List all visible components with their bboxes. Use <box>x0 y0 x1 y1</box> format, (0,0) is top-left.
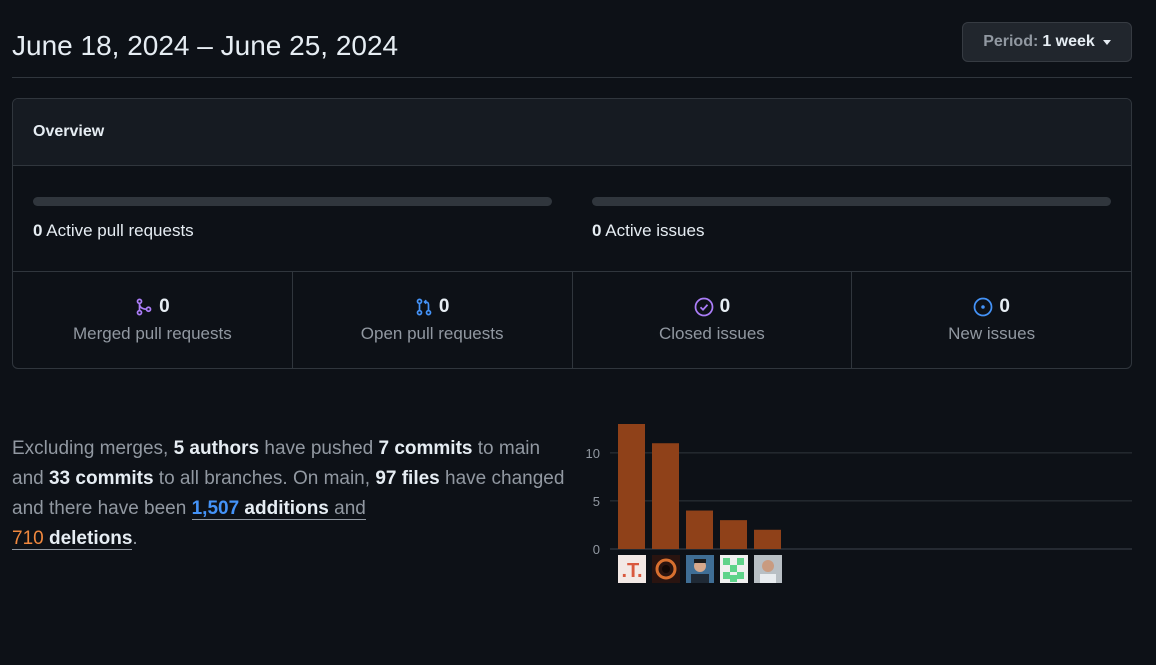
period-value: 1 week <box>1042 33 1095 50</box>
y-tick-label: 5 <box>593 494 600 509</box>
additions-link[interactable]: 1,507 additions and <box>191 498 366 520</box>
bar[interactable] <box>720 520 747 549</box>
deletions-link[interactable]: 710 deletions <box>12 528 133 550</box>
active-issues-label: Active issues <box>605 221 705 240</box>
bar[interactable] <box>618 424 645 549</box>
overview-panel: Overview 0 Active pull requests 0 Active… <box>12 98 1132 369</box>
overview-stats: 0 Merged pull requests 0 Open pull reque… <box>13 272 1131 368</box>
author-avatar[interactable] <box>686 555 714 583</box>
active-prs-meter <box>33 197 552 206</box>
closed-issues-count: 0 <box>719 296 731 317</box>
author-avatar[interactable]: .T. <box>618 555 646 583</box>
merged-prs-label: Merged pull requests <box>72 324 232 343</box>
active-issues-count: 0 <box>592 221 602 240</box>
active-prs-link[interactable]: 0 Active pull requests <box>33 221 194 241</box>
new-issues-count: 0 <box>999 296 1010 317</box>
active-issues-link[interactable]: 0 Active issues <box>592 221 704 241</box>
open-prs-stat[interactable]: 0 Open pull requests <box>293 272 573 368</box>
commits-all-count: 33 commits <box>48 468 154 489</box>
overview-meters: 0 Active pull requests 0 Active issues <box>13 166 1131 272</box>
closed-issues-stat[interactable]: 0 Closed issues <box>573 272 853 368</box>
y-tick-label: 0 <box>593 542 600 557</box>
additions-label: additions <box>244 498 329 519</box>
bar[interactable] <box>652 443 679 549</box>
summary-text: have pushed <box>259 438 379 459</box>
new-issues-label: New issues <box>948 324 1036 343</box>
commit-summary: Excluding merges, 5 authors have pushed … <box>12 434 572 554</box>
y-tick-label: 10 <box>586 446 600 461</box>
closed-issues-label: Closed issues <box>658 324 765 343</box>
bar[interactable] <box>754 529 781 549</box>
header: June 18, 2024 – June 25, 2024 Period: 1 … <box>12 22 1132 78</box>
date-range-title: June 18, 2024 – June 25, 2024 <box>12 30 399 61</box>
additions-count: 1,507 <box>191 498 240 519</box>
commits-by-author-chart: 0 5 10 .T. <box>586 424 1132 583</box>
open-prs-count: 0 <box>438 296 450 317</box>
author-avatar[interactable] <box>754 555 782 583</box>
bar[interactable] <box>686 510 713 549</box>
git-merge-icon <box>136 298 152 316</box>
period-dropdown-button[interactable]: Period: 1 week <box>962 22 1132 62</box>
active-prs-count: 0 <box>33 221 43 240</box>
period-label: Period: <box>983 33 1039 50</box>
author-avatar[interactable] <box>652 555 680 583</box>
summary-text: . <box>132 528 138 549</box>
author-avatar[interactable] <box>720 555 748 583</box>
deletions-label: deletions <box>48 528 133 549</box>
merged-prs-stat[interactable]: 0 Merged pull requests <box>13 272 293 368</box>
files-count: 97 files <box>375 468 440 489</box>
overview-title: Overview <box>13 99 1131 166</box>
commits-main-count: 7 commits <box>378 438 473 459</box>
active-prs-label: Active pull requests <box>46 221 194 240</box>
svg-text:.T.: .T. <box>621 560 642 582</box>
summary-text: to all branches. On main, <box>153 468 376 489</box>
summary-text: Excluding merges, <box>12 438 174 459</box>
git-pull-request-icon <box>416 298 432 316</box>
issue-closed-icon <box>694 297 713 317</box>
authors-count: 5 authors <box>173 438 260 459</box>
deletions-count: 710 <box>12 528 44 549</box>
caret-down-icon <box>1102 39 1111 45</box>
active-issues-meter <box>592 197 1111 206</box>
merged-prs-count: 0 <box>159 296 170 317</box>
summary-text: and <box>328 498 366 519</box>
issue-opened-icon <box>973 297 993 317</box>
open-prs-label: Open pull requests <box>360 324 504 343</box>
new-issues-stat[interactable]: 0 New issues <box>852 272 1131 368</box>
